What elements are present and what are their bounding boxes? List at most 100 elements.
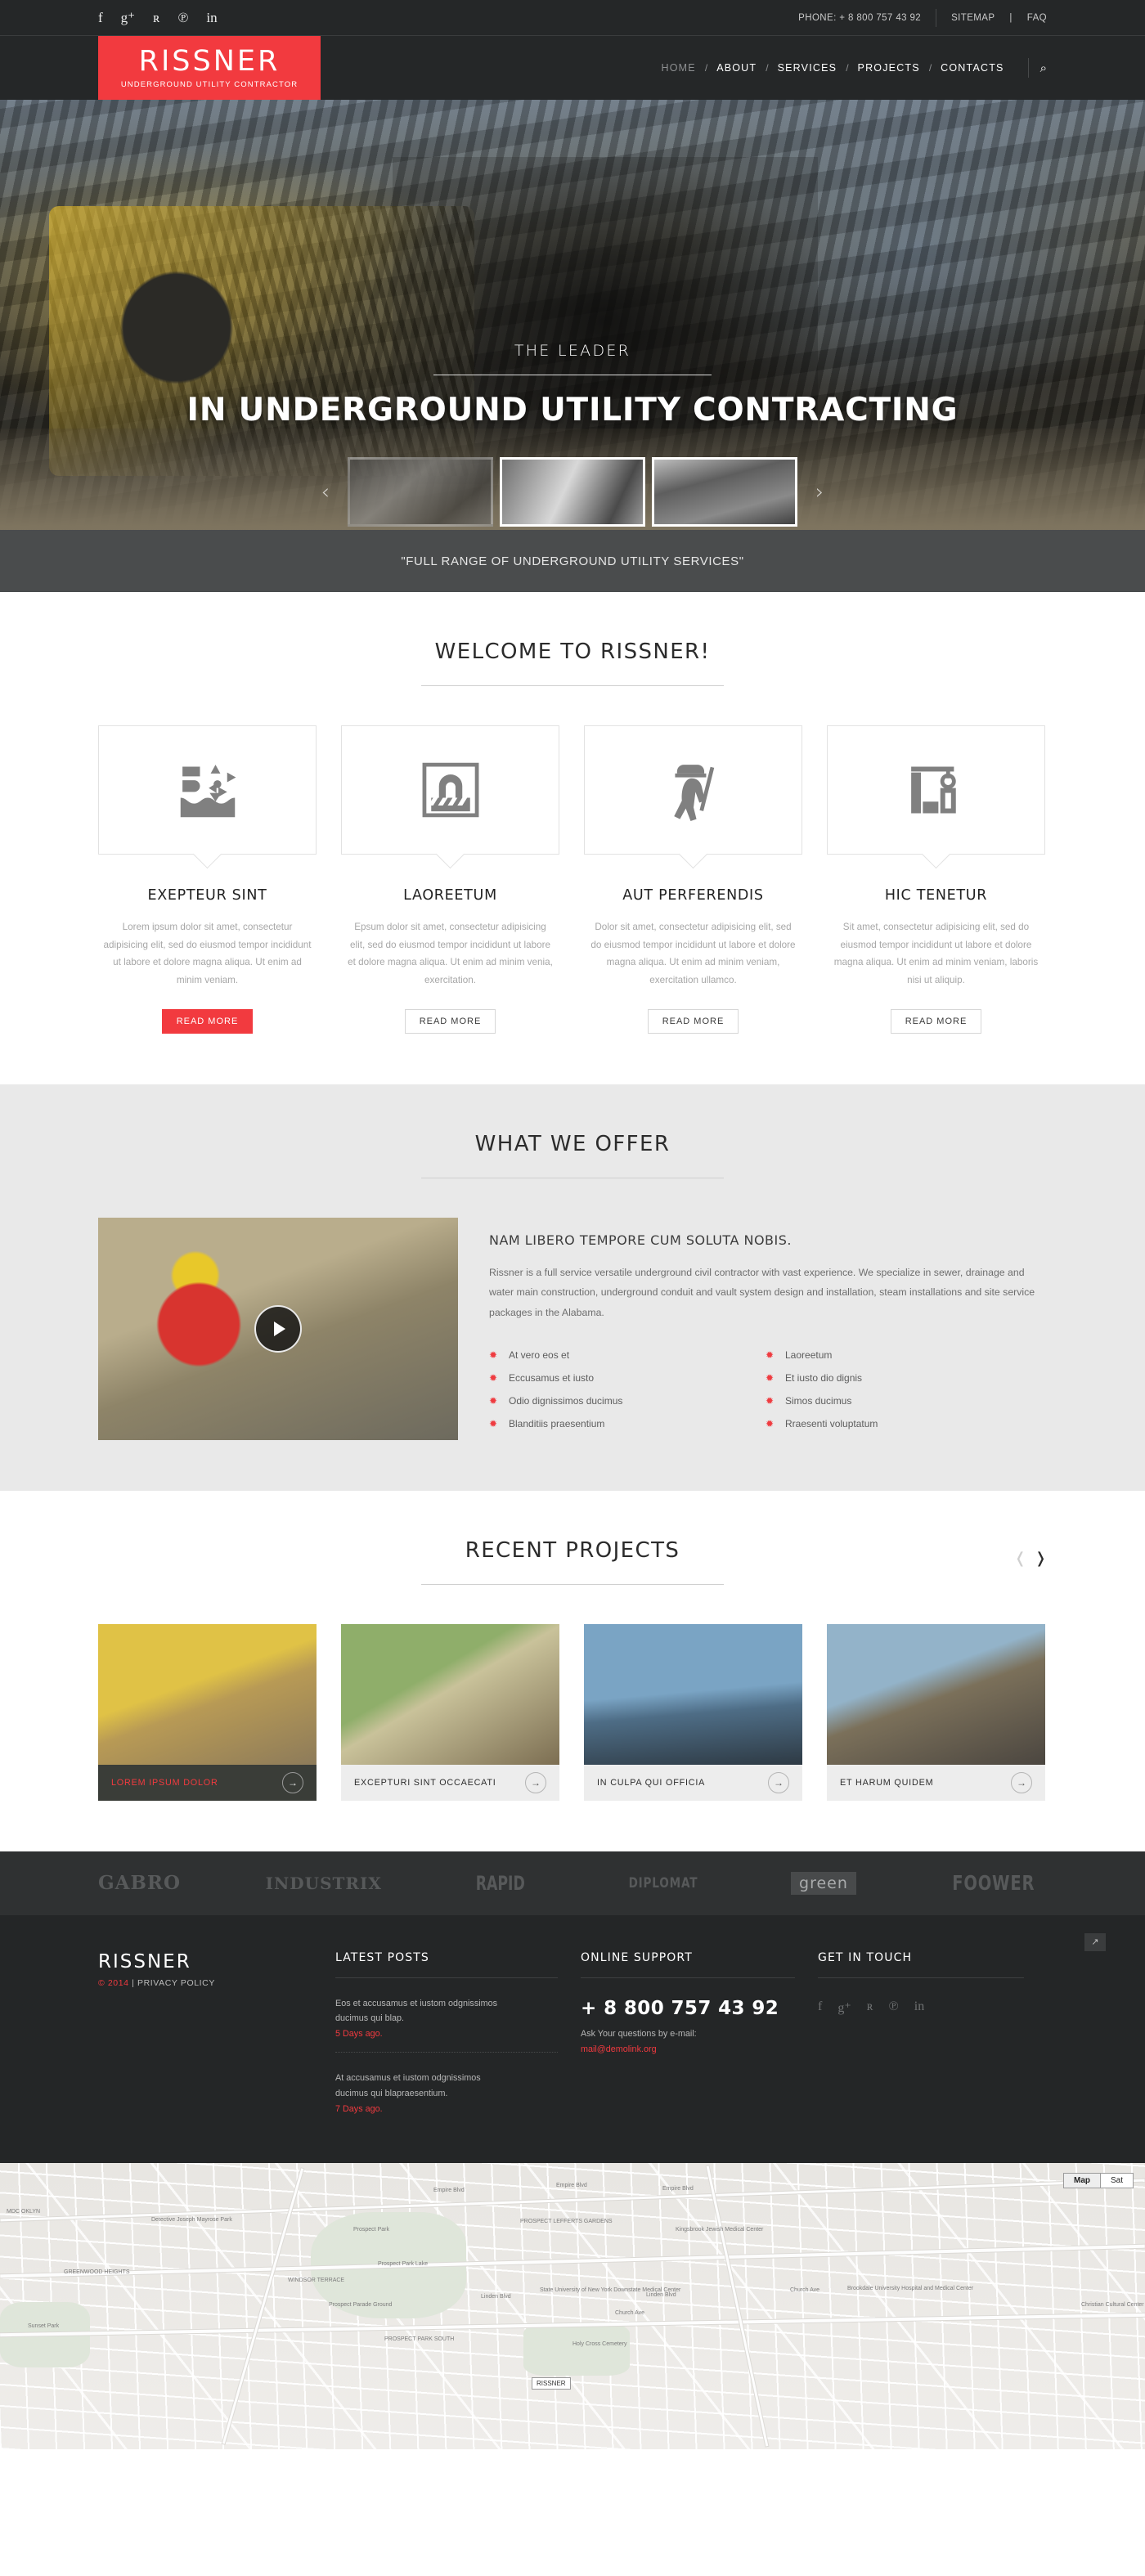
slider-prev-arrow[interactable]: ‹ (310, 480, 341, 505)
arrow-right-icon[interactable]: → (768, 1771, 789, 1793)
read-more-button[interactable]: READ MORE (404, 1008, 496, 1034)
read-more-button[interactable]: READ MORE (161, 1008, 254, 1034)
site-header: RISSNER UNDERGROUND UTILITY CONTRACTOR H… (0, 36, 1145, 100)
post-date: 5 Days ago. (335, 2029, 383, 2040)
slider-thumb-2[interactable] (500, 457, 645, 527)
facebook-icon[interactable]: f (98, 11, 103, 25)
site-logo[interactable]: RISSNER UNDERGROUND UTILITY CONTRACTOR (98, 36, 321, 100)
support-ask-text: Ask Your questions by e-mail: (581, 2028, 697, 2039)
hero-caption-block: THE LEADER IN UNDERGROUND UTILITY CONTRA… (0, 342, 1145, 429)
nav-item-projects[interactable]: PROJECTS (849, 62, 929, 74)
service-card[interactable]: EXEPTEUR SINT Lorem ipsum dolor sit amet… (98, 725, 317, 1034)
sitemap-link[interactable]: SITEMAP (951, 13, 995, 23)
service-card[interactable]: AUT PERFERENDIS Dolor sit amet, consecte… (584, 725, 802, 1034)
map-button[interactable]: Map (1063, 2174, 1101, 2188)
search-icon[interactable]: ⌕ (1040, 61, 1047, 75)
project-card[interactable]: IN CULPA QUI OFFICIA → (584, 1623, 802, 1801)
nav-item-contacts[interactable]: CONTACTS (932, 62, 1013, 74)
offer-subtitle: NAM LIBERO TEMPORE CUM SOLUTA NOBIS. (489, 1232, 792, 1248)
service-description: Dolor sit amet, consectetur adipisicing … (590, 922, 796, 985)
play-button-icon[interactable] (254, 1304, 302, 1353)
site-footer: ↗ RISSNER © 2014 | PRIVACY POLICY LATEST… (0, 1914, 1145, 2164)
arrow-right-icon[interactable]: → (1011, 1771, 1032, 1793)
nav-item-about[interactable]: ABOUT (707, 62, 766, 74)
offer-paragraph: Rissner is a full service versatile unde… (489, 1266, 1035, 1318)
map-label: Brookdale University Hospital and Medica… (847, 2286, 974, 2292)
satellite-button[interactable]: Sat (1101, 2174, 1133, 2188)
back-to-top-button[interactable]: ↗ (1084, 1932, 1106, 1951)
nav-item-home[interactable]: HOME (653, 62, 705, 74)
partner-logo-industrix[interactable]: INDUSTRIX (266, 1874, 382, 1893)
map-label: Kingsbrook Jewish Medical Center (676, 2227, 764, 2233)
gear-icon: ✹ (489, 1395, 498, 1407)
list-item[interactable]: ✹ Odio dignissimos ducimus (489, 1389, 731, 1412)
read-more-button[interactable]: READ MORE (647, 1008, 739, 1034)
read-more-button[interactable]: READ MORE (890, 1008, 982, 1034)
linkedin-icon[interactable]: in (914, 1999, 924, 2016)
slider-thumb-3[interactable] (652, 457, 797, 527)
rss-icon[interactable]: ʀ (153, 11, 159, 25)
map-label: Holy Cross Cemetery (572, 2341, 627, 2348)
partner-logo-rapid[interactable]: RAPID (476, 1872, 525, 1895)
pinterest-icon[interactable]: ℗ (177, 11, 188, 25)
hero-title: IN UNDERGROUND UTILITY CONTRACTING (186, 392, 959, 429)
partner-logo-diplomat[interactable]: DIPLOMAT (628, 1875, 698, 1892)
project-label: ET HARUM QUIDEM (840, 1777, 934, 1788)
support-email-link[interactable]: mail@demolink.org (581, 2044, 818, 2054)
service-icon-box (341, 725, 559, 855)
project-card[interactable]: LOREM IPSUM DOLOR → (98, 1623, 317, 1801)
partner-logo-gabro[interactable]: GABRO (98, 1872, 181, 1894)
list-item[interactable]: ✹ At vero eos et (489, 1344, 731, 1367)
top-phone: PHONE: + 8 800 757 43 92 (798, 12, 922, 23)
location-map[interactable]: Empire Blvd Empire Blvd Empire Blvd MDC OKL… (0, 2163, 1145, 2450)
service-card[interactable]: HIC TENETUR Sit amet, consectetur adipis… (827, 725, 1045, 1034)
arrow-right-icon[interactable]: → (282, 1771, 303, 1793)
footer-logo[interactable]: RISSNER (98, 1951, 335, 1972)
service-card[interactable]: LAOREETUM Epsum dolor sit amet, consecte… (341, 725, 559, 1034)
arrow-right-icon[interactable]: → (525, 1771, 546, 1793)
tunnel-barrier-icon (422, 762, 478, 818)
map-label: Prospect Park Lake (378, 2261, 429, 2268)
partner-logo-foower[interactable]: FOOWER (953, 1871, 1035, 1895)
offer-feature-lists: ✹ At vero eos et ✹ Eccusamus et iusto ✹ Odi… (489, 1344, 1047, 1435)
gear-icon: ✹ (766, 1418, 775, 1430)
list-item[interactable]: ✹ Blanditiis praesentium (489, 1412, 731, 1435)
list-item[interactable]: ✹ Rraesenti voluptatum (766, 1412, 1008, 1435)
offer-video-thumbnail[interactable] (98, 1217, 458, 1440)
partner-logo-green[interactable]: green (791, 1871, 856, 1895)
faq-link[interactable]: FAQ (1027, 13, 1047, 23)
pinterest-icon[interactable]: ℗ (889, 1999, 899, 2016)
partners-strip: GABRO INDUSTRIX RAPID DIPLOMAT green FOO… (0, 1851, 1145, 1915)
map-tiles (0, 2163, 1145, 2450)
support-phone: + 8 800 757 43 92 (581, 1997, 779, 2019)
list-item-label: Laoreetum (785, 1349, 833, 1362)
list-item[interactable]: ✹ Et iusto dio dignis (766, 1367, 1008, 1389)
post-item[interactable]: Eos et accusamus et iustom odgnissimos d… (335, 1996, 581, 2040)
post-item[interactable]: At accusamus et iustom odgnissimos ducim… (335, 2071, 581, 2114)
list-item[interactable]: ✹ Simos ducimus (766, 1389, 1008, 1412)
list-item[interactable]: ✹ Laoreetum (766, 1344, 1008, 1367)
google-plus-icon[interactable]: g⁺ (837, 1999, 851, 2016)
hero-tagline-bar: "FULL RANGE OF UNDERGROUND UTILITY SERVI… (0, 530, 1145, 592)
map-marker-rissner[interactable]: RISSNER (532, 2377, 571, 2390)
service-icon-box (827, 725, 1045, 855)
linkedin-icon[interactable]: in (206, 11, 217, 25)
projects-next-arrow[interactable]: ❭ (1035, 1550, 1047, 1567)
slider-next-arrow[interactable]: › (804, 480, 835, 505)
list-item[interactable]: ✹ Eccusamus et iusto (489, 1367, 731, 1389)
nav-item-services[interactable]: SERVICES (769, 62, 846, 74)
project-caption-bar: ET HARUM QUIDEM → (827, 1764, 1045, 1801)
google-plus-icon[interactable]: g⁺ (121, 11, 135, 25)
projects-prev-arrow[interactable]: ❬ (1014, 1550, 1026, 1567)
recycle-water-icon (180, 765, 236, 818)
map-label: Empire Blvd (556, 2183, 587, 2189)
facebook-icon[interactable]: f (818, 1999, 822, 2016)
project-card[interactable]: EXCEPTURI SINT OCCAECATI → (341, 1623, 559, 1801)
gear-icon: ✹ (489, 1418, 498, 1430)
map-label: GREENWOOD HEIGHTS (64, 2269, 130, 2276)
project-card[interactable]: ET HARUM QUIDEM → (827, 1623, 1045, 1801)
slider-thumb-1[interactable] (348, 457, 493, 527)
service-description: Sit amet, consectetur adipisicing elit, … (833, 922, 1039, 985)
rss-icon[interactable]: ʀ (867, 1999, 873, 2016)
privacy-policy-link[interactable]: PRIVACY POLICY (137, 1978, 215, 1988)
